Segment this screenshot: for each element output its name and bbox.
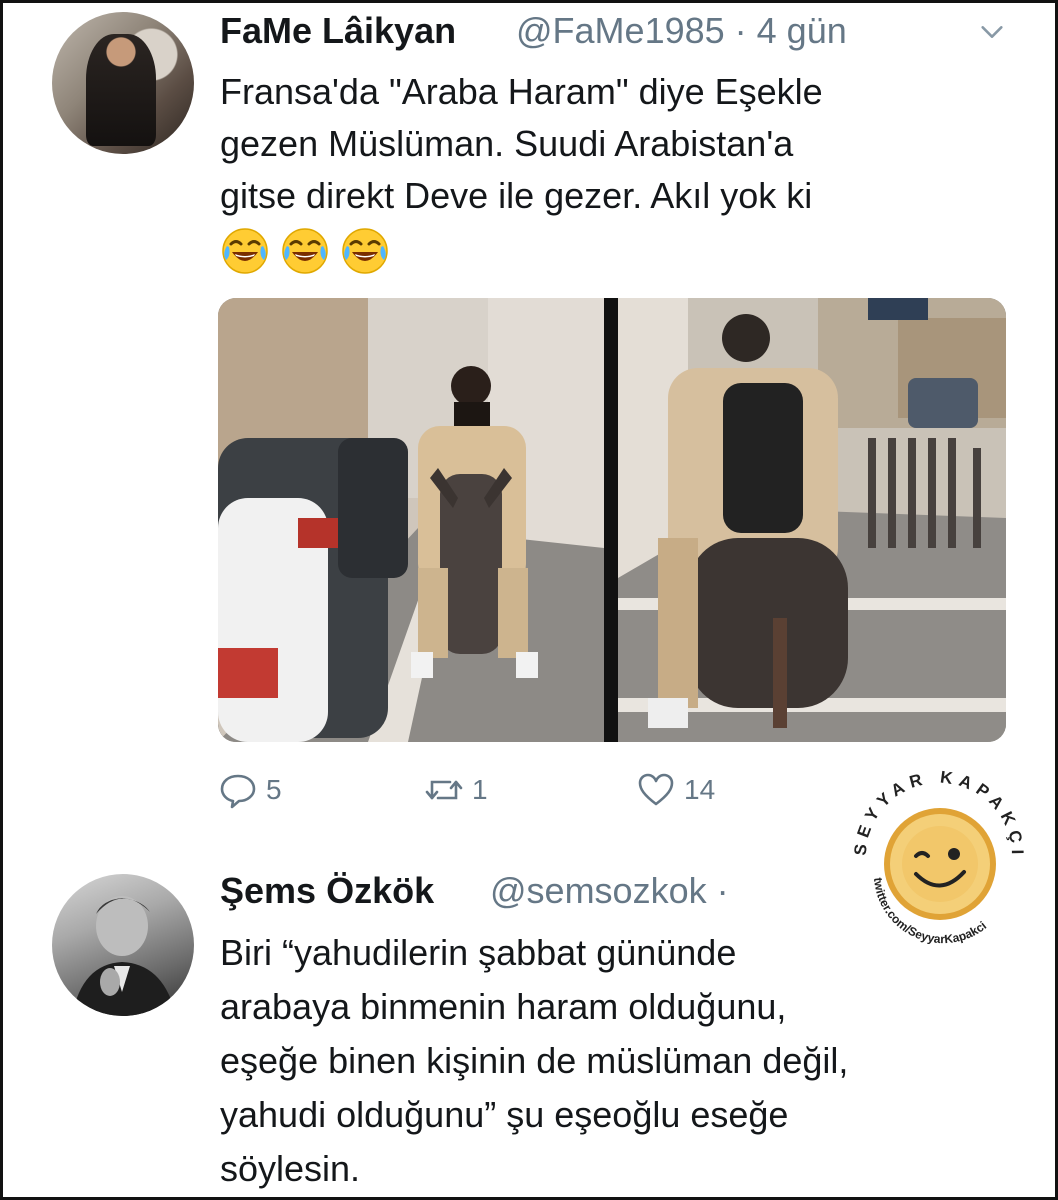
heart-icon bbox=[638, 773, 674, 806]
retweet-count: 1 bbox=[472, 774, 488, 805]
tweet-text: Biri “yahudilerin şabbat gününde arabaya… bbox=[220, 932, 849, 1189]
emoji-row bbox=[220, 226, 390, 276]
watermark-stamp: SEYYAR KAPAKÇI twitter.com/SeyyarKapakci bbox=[851, 768, 1021, 944]
author-handle-and-time[interactable]: @semsozkok · bbox=[490, 870, 729, 912]
face-with-tears-of-joy-icon bbox=[222, 228, 268, 274]
retweet-icon bbox=[425, 780, 463, 800]
author-handle-and-time[interactable]: @FaMe1985 · 4 gün bbox=[516, 10, 847, 52]
author-name[interactable]: Şems Özkök bbox=[220, 870, 434, 912]
face-with-tears-of-joy-icon bbox=[282, 228, 328, 274]
avatar[interactable] bbox=[52, 12, 194, 154]
chevron-down-icon[interactable] bbox=[978, 18, 1006, 46]
reply-button[interactable]: 5 bbox=[218, 770, 282, 810]
author-name[interactable]: FaMe Lâikyan bbox=[220, 10, 456, 52]
reply-icon bbox=[220, 774, 256, 809]
like-count: 14 bbox=[684, 774, 716, 805]
like-button[interactable]: 14 bbox=[636, 770, 715, 810]
retweet-button[interactable]: 1 bbox=[424, 770, 488, 810]
face-with-tears-of-joy-icon bbox=[342, 228, 388, 274]
tweet-photo[interactable] bbox=[218, 298, 1006, 742]
tweet-text: Fransa'da "Araba Haram" diye Eşekle geze… bbox=[220, 71, 823, 216]
reply-count: 5 bbox=[266, 774, 282, 805]
avatar[interactable] bbox=[52, 874, 194, 1016]
